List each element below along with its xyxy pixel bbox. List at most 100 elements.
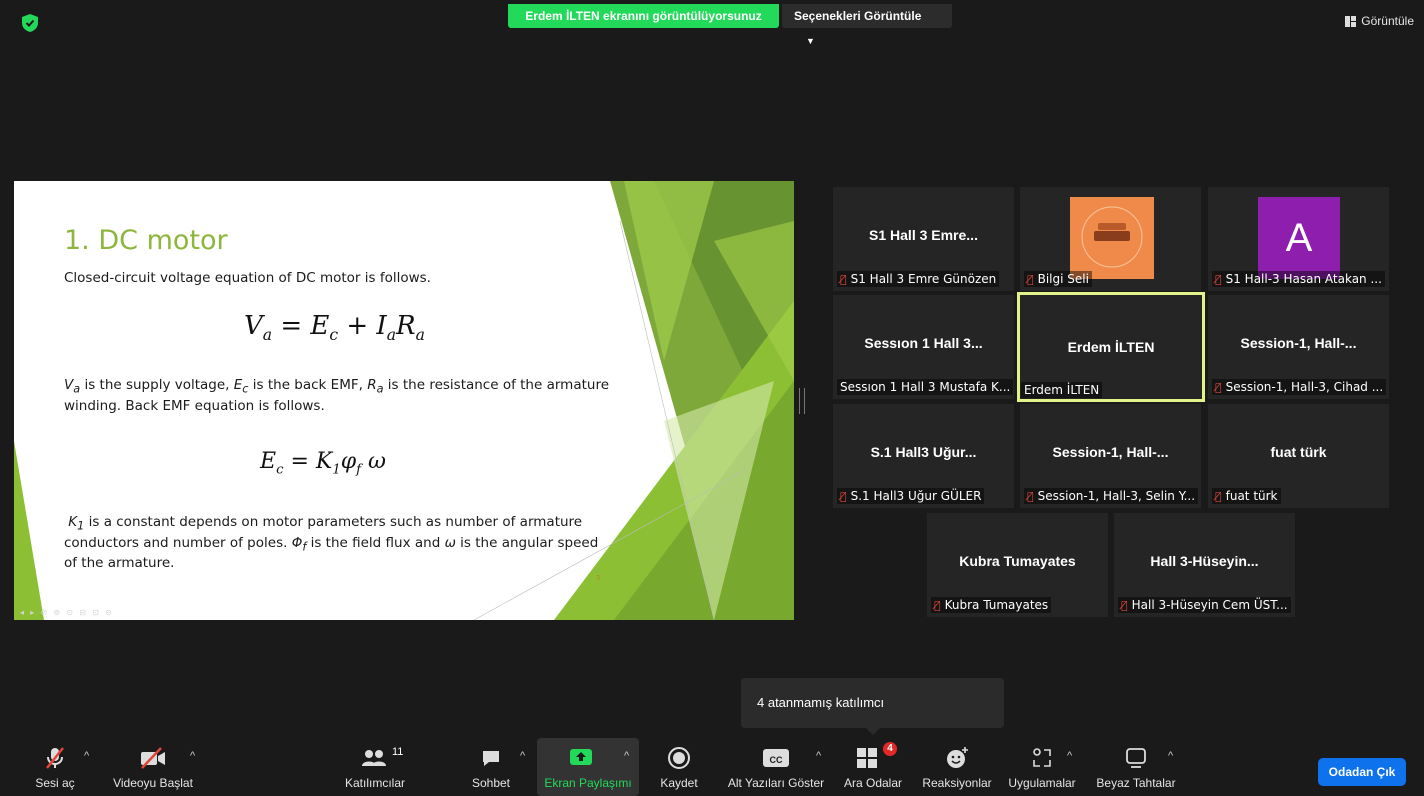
- record-button[interactable]: Kaydet: [654, 738, 704, 796]
- avatar: A: [1258, 197, 1340, 279]
- meeting-toolbar: Sesi aç ^ Videoyu Başlat ^ 11 Katılımcıl…: [0, 738, 1424, 796]
- split-divider-handle[interactable]: [799, 388, 805, 414]
- participant-name: Erdem İLTEN: [1067, 339, 1155, 355]
- participant-label: 🎙̸ fuat türk: [1212, 488, 1281, 504]
- whiteboards-button[interactable]: Beyaz Tahtalar: [1094, 738, 1178, 796]
- share-screen-label: Ekran Paylaşımı: [544, 776, 632, 790]
- mic-muted-icon: 🎙̸: [840, 273, 847, 286]
- reactions-icon: [947, 747, 968, 768]
- video-off-icon: [141, 747, 165, 769]
- captions-options-caret[interactable]: ^: [816, 750, 821, 762]
- breakout-badge: 4: [883, 742, 897, 756]
- chat-label: Sohbet: [471, 776, 511, 790]
- slide-page-number: 3: [596, 575, 600, 582]
- unmute-label: Sesi aç: [35, 776, 75, 790]
- participant-name: fuat türk: [1270, 444, 1327, 460]
- participant-tile[interactable]: Hall 3-Hüseyin... 🎙̸ Hall 3-Hüseyin Cem Ü…: [1114, 513, 1295, 617]
- unassigned-participants-tooltip: 4 atanmamış katılımcı: [741, 678, 1004, 735]
- participant-tile[interactable]: Kubra Tumayates 🎙̸ Kubra Tumayates: [927, 513, 1108, 617]
- layout-icon: [1345, 15, 1357, 27]
- chat-options-caret[interactable]: ^: [520, 750, 525, 762]
- participant-label: 🎙̸ Session-1, Hall-3, Cihad ...: [1212, 379, 1387, 395]
- video-options-caret[interactable]: ^: [190, 750, 195, 762]
- apps-icon: [1033, 748, 1051, 767]
- participants-icon: [362, 750, 386, 766]
- participant-tile[interactable]: Session-1, Hall-... 🎙̸ Session-1, Hall-3,…: [1020, 404, 1201, 508]
- share-options-caret[interactable]: ^: [624, 750, 629, 762]
- slide-paragraph: Va is the supply voltage, Ec is the back…: [64, 377, 609, 414]
- view-button-label: Görüntüle: [1361, 14, 1414, 28]
- audio-options-caret[interactable]: ^: [84, 750, 89, 762]
- shield-icon[interactable]: [22, 14, 38, 32]
- slide-title: 1. DC motor: [64, 225, 228, 256]
- reactions-button[interactable]: Reaksiyonlar: [920, 738, 994, 796]
- participant-tile[interactable]: Session-1, Hall-... 🎙̸ Session-1, Hall-3,…: [1208, 295, 1389, 399]
- participant-label: 🎙̸ S1 Hall 3 Emre Günözen: [837, 271, 1000, 287]
- shared-slide: 1. DC motor Closed-circuit voltage equat…: [14, 181, 794, 620]
- participant-tile[interactable]: S.1 Hall3 Uğur... 🎙̸ S.1 Hall3 Uğur GÜLER: [833, 404, 1014, 508]
- whiteboards-options-caret[interactable]: ^: [1168, 750, 1173, 762]
- participants-button[interactable]: 11 Katılımcılar: [340, 738, 410, 796]
- participant-tile[interactable]: S1 Hall 3 Emre... 🎙̸ S1 Hall 3 Emre Günöz…: [833, 187, 1014, 291]
- equation-armature: Va = Ec + IaRa: [244, 311, 425, 345]
- participant-tile[interactable]: 🎙̸ Bilgi Seli: [1020, 187, 1201, 291]
- start-video-label: Videoyu Başlat: [113, 776, 193, 790]
- mic-muted-icon: 🎙̸: [1215, 490, 1222, 503]
- participant-name: Session-1, Hall-...: [1052, 444, 1169, 460]
- screen-share-banner: Erdem İLTEN ekranını görüntülüyorsunuz: [508, 4, 779, 28]
- participant-name: Hall 3-Hüseyin...: [1150, 553, 1259, 569]
- leave-room-button[interactable]: Odadan Çık: [1318, 758, 1406, 786]
- breakout-rooms-icon: [857, 748, 877, 768]
- participant-tile[interactable]: Sessıon 1 Hall 3... Sessıon 1 Hall 3 Mus…: [833, 295, 1014, 399]
- whiteboards-label: Beyaz Tahtalar: [1096, 776, 1176, 790]
- slide-controls[interactable]: ◂ ▸ ⊘ ⊚ ⊙ ⊟ ⊡ ⊝: [20, 608, 114, 617]
- mic-muted-icon: 🎙̸: [1121, 599, 1128, 612]
- view-options-dropdown[interactable]: Seçenekleri Görüntüle ▼: [782, 4, 952, 46]
- apps-button[interactable]: Uygulamalar: [1004, 738, 1080, 796]
- whiteboard-icon: [1126, 748, 1146, 768]
- participant-label: 🎙̸ Bilgi Seli: [1024, 271, 1092, 287]
- unmute-button[interactable]: Sesi aç: [30, 738, 80, 796]
- view-options-label: Seçenekleri Görüntüle: [794, 9, 922, 23]
- closed-captions-icon: CC: [763, 749, 789, 767]
- apps-options-caret[interactable]: ^: [1067, 750, 1072, 762]
- captions-button[interactable]: CC Alt Yazıları Göster: [726, 738, 826, 796]
- equation-back-emf: Ec = K1φf ω: [260, 449, 386, 478]
- mic-muted-icon: 🎙̸: [1215, 273, 1222, 286]
- participant-tile-active-speaker[interactable]: Erdem İLTEN Erdem İLTEN: [1017, 292, 1205, 402]
- share-screen-icon: [570, 749, 592, 765]
- mic-muted-icon: 🎙̸: [934, 599, 941, 612]
- participant-label: Erdem İLTEN: [1021, 382, 1103, 398]
- share-screen-button[interactable]: Ekran Paylaşımı: [537, 738, 639, 796]
- participants-count: 11: [392, 746, 404, 758]
- participant-name: Kubra Tumayates: [959, 553, 1076, 569]
- participant-label: 🎙̸ S1 Hall-3 Hasan Atakan ...: [1212, 271, 1385, 287]
- slide-paragraph: K1 is a constant depends on motor parame…: [64, 514, 599, 572]
- participant-label: 🎙̸ Kubra Tumayates: [931, 597, 1052, 613]
- breakout-rooms-label: Ara Odalar: [843, 776, 903, 790]
- breakout-rooms-button[interactable]: 4 Ara Odalar: [840, 738, 906, 796]
- reactions-label: Reaksiyonlar: [922, 776, 992, 790]
- chat-icon: [483, 751, 499, 766]
- participant-name: Session-1, Hall-...: [1240, 335, 1357, 351]
- chat-button[interactable]: Sohbet: [466, 738, 516, 796]
- participant-label: 🎙̸ S.1 Hall3 Uğur GÜLER: [837, 488, 985, 504]
- participants-label: Katılımcılar: [344, 776, 405, 790]
- participant-name: S1 Hall 3 Emre...: [869, 227, 978, 243]
- start-video-button[interactable]: Videoyu Başlat: [108, 738, 198, 796]
- view-button[interactable]: Görüntüle: [1345, 14, 1414, 28]
- participant-name: Sessıon 1 Hall 3...: [864, 335, 983, 351]
- apps-label: Uygulamalar: [1008, 776, 1076, 790]
- participant-name: S.1 Hall3 Uğur...: [870, 444, 977, 460]
- chevron-down-icon: ▼: [806, 36, 815, 46]
- mic-muted-icon: 🎙̸: [1027, 490, 1034, 503]
- record-icon: [668, 747, 690, 769]
- participant-tile[interactable]: A 🎙̸ S1 Hall-3 Hasan Atakan ...: [1208, 187, 1389, 291]
- participant-label: Sessıon 1 Hall 3 Mustafa K...: [837, 379, 1013, 395]
- mic-muted-icon: 🎙̸: [840, 490, 847, 503]
- participant-tile[interactable]: fuat türk 🎙̸ fuat türk: [1208, 404, 1389, 508]
- microphone-muted-icon: [46, 747, 64, 769]
- captions-label: Alt Yazıları Göster: [727, 776, 825, 790]
- participant-label: 🎙̸ Session-1, Hall-3, Selin Y...: [1024, 488, 1199, 504]
- mic-muted-icon: 🎙̸: [1215, 381, 1222, 394]
